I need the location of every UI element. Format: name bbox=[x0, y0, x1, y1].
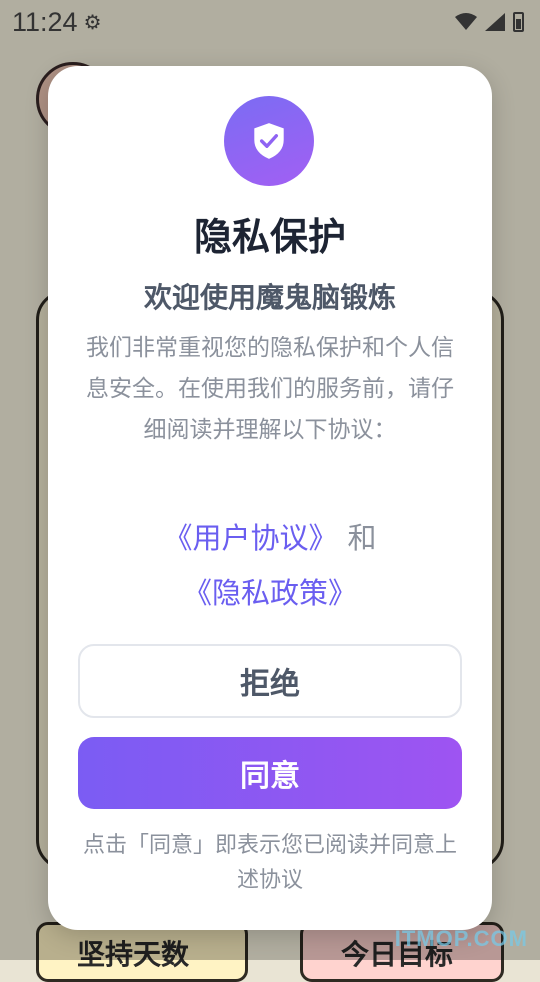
privacy-policy-link[interactable]: 《隐私政策》 bbox=[183, 576, 357, 610]
privacy-link-row: 《隐私政策》 bbox=[48, 573, 492, 613]
agree-button[interactable]: 同意 bbox=[78, 737, 462, 809]
dialog-body-text: 我们非常重视您的隐私保护和个人信息安全。在使用我们的服务前，请仔细阅读并理解以下… bbox=[86, 335, 454, 443]
signal-icon bbox=[485, 13, 505, 31]
shield-check-icon bbox=[224, 96, 314, 186]
dialog-subtitle: 欢迎使用魔鬼脑锻炼 bbox=[143, 281, 396, 314]
settings-icon: ⚙ bbox=[83, 10, 102, 34]
status-time: 11:24 bbox=[12, 6, 78, 37]
battery-charging-icon bbox=[513, 12, 524, 32]
and-text: 和 bbox=[347, 521, 377, 555]
reject-button[interactable]: 拒绝 bbox=[78, 644, 462, 718]
dialog-title: 隐私保护 bbox=[193, 215, 346, 259]
user-agreement-link[interactable]: 《用户协议》 bbox=[163, 521, 337, 555]
shield-check-glyph bbox=[254, 123, 284, 159]
privacy-dialog: 隐私保护 欢迎使用魔鬼脑锻炼 我们非常重视您的隐私保护和个人信息安全。在使用我们… bbox=[48, 66, 492, 930]
status-bar: 11:24 ⚙ bbox=[0, 0, 540, 44]
consent-footnote: 点击「同意」即表示您已阅读并同意上述协议 bbox=[82, 833, 457, 893]
status-icons bbox=[455, 12, 524, 32]
agreement-links-row: 《用户协议》和 bbox=[48, 518, 492, 558]
wifi-icon bbox=[455, 13, 477, 30]
watermark: ITMOP.COM bbox=[394, 926, 528, 951]
